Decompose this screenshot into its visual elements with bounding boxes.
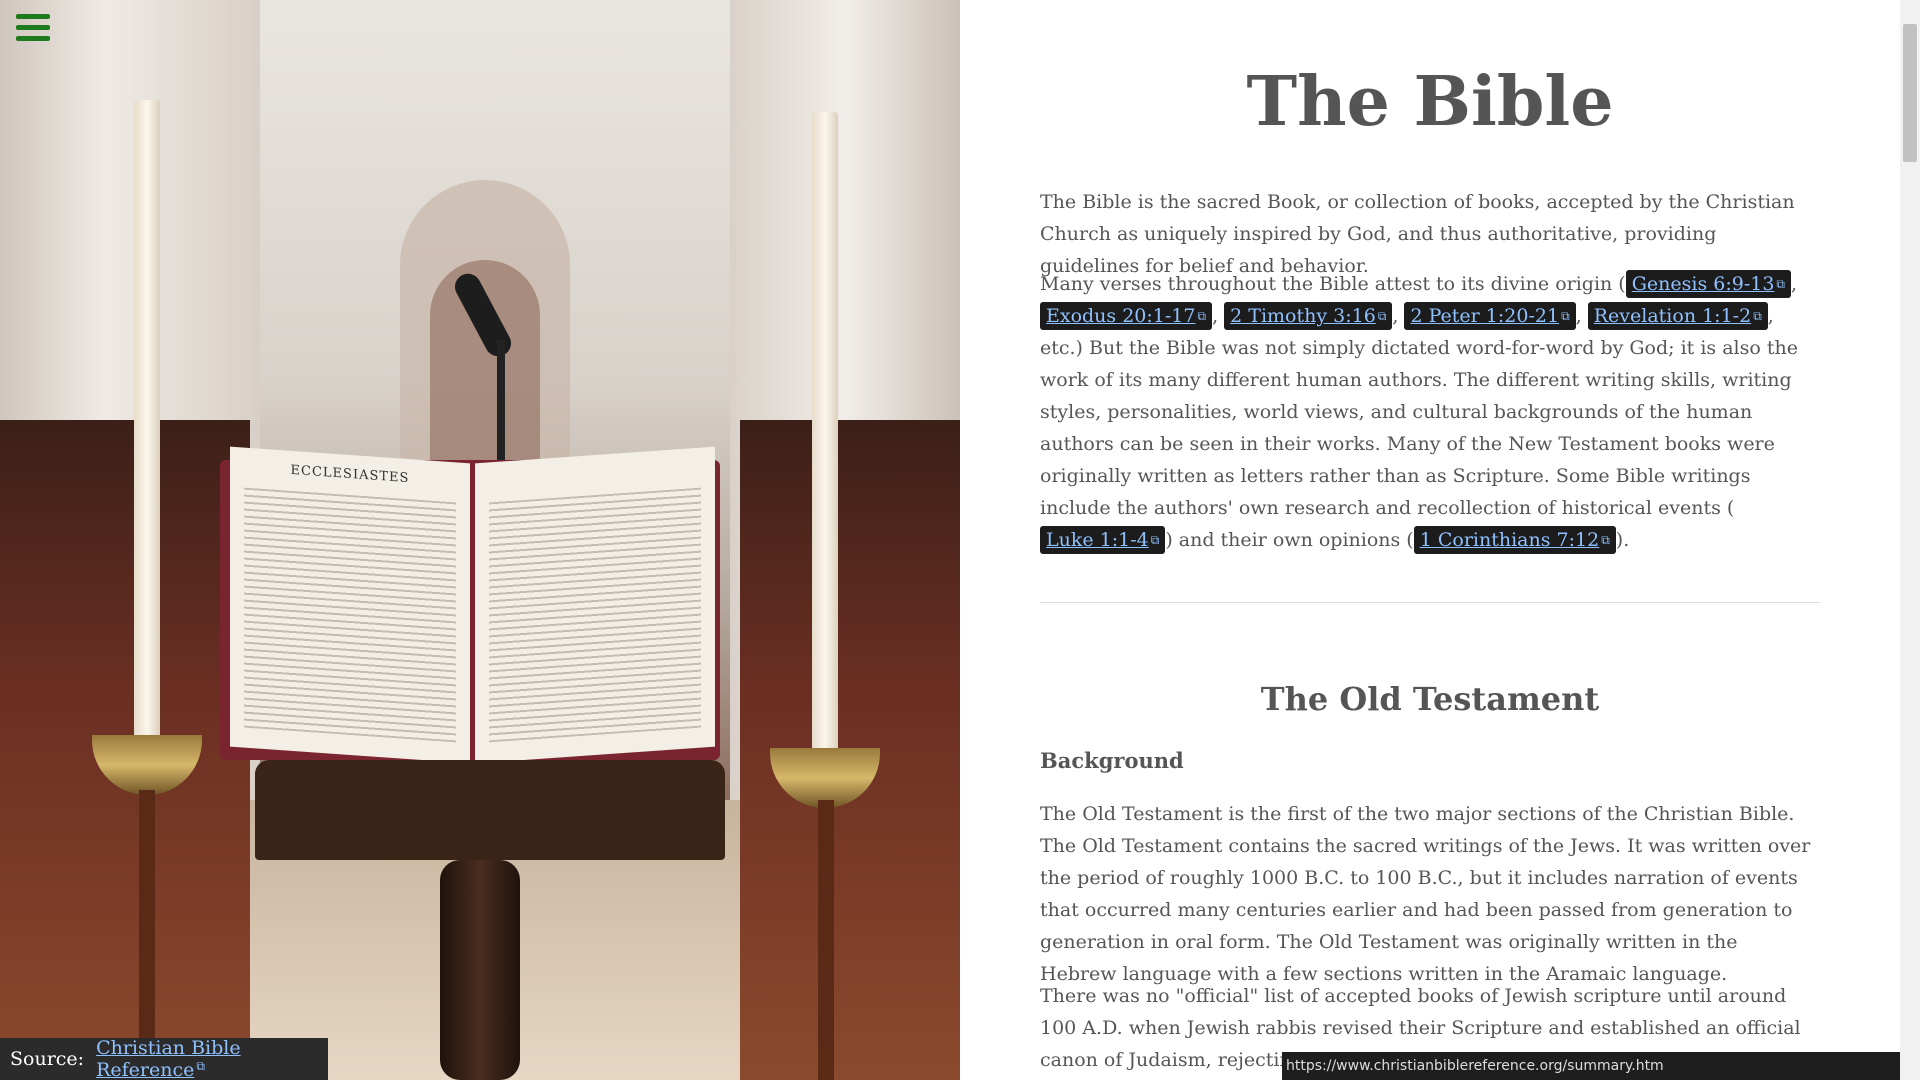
- source-link[interactable]: Christian Bible Reference ⧉: [96, 1037, 328, 1081]
- ref-exodus[interactable]: Exodus 20:1-17 ⧉: [1040, 302, 1213, 330]
- external-link-icon: ⧉: [1601, 533, 1610, 547]
- scrollbar[interactable]: [1900, 0, 1920, 1080]
- candle-left: [134, 100, 160, 740]
- lectern-post: [440, 860, 520, 1080]
- candle-stand-right: [818, 800, 834, 1080]
- external-link-icon: ⧉: [1561, 309, 1570, 323]
- book-page-title: ECCLESIASTES: [290, 462, 410, 487]
- ref-2-peter[interactable]: 2 Peter 1:20-21 ⧉: [1404, 302, 1576, 330]
- ref-1-corinthians[interactable]: 1 Corinthians 7:12 ⧉: [1413, 526, 1616, 554]
- article: The Bible The Bible is the sacred Book, …: [960, 0, 1900, 1080]
- paragraph-text: ).: [1615, 529, 1630, 551]
- ref-2-timothy[interactable]: 2 Timothy 3:16 ⧉: [1224, 302, 1393, 330]
- section-divider: [1040, 602, 1820, 603]
- external-link-icon: ⧉: [1150, 533, 1160, 547]
- menu-bar: [16, 14, 50, 19]
- origin-block: Many verses throughout the Bible attest …: [1040, 268, 1820, 556]
- ref-text: 1 Corinthians 7:12: [1419, 529, 1600, 551]
- ref-text: Revelation 1:1-2: [1593, 305, 1752, 327]
- external-link-icon: ⧉: [1776, 277, 1785, 291]
- ref-text: Genesis 6:9-13: [1631, 273, 1775, 295]
- ref-text: 2 Timothy 3:16: [1230, 305, 1376, 327]
- external-link-icon: ⧉: [1197, 309, 1207, 323]
- origin-paragraph: Many verses throughout the Bible attest …: [1040, 268, 1820, 556]
- external-link-icon: ⧉: [1377, 309, 1387, 323]
- external-link-icon: ⧉: [1753, 309, 1762, 323]
- ot-block-1: The Old Testament is the first of the tw…: [1040, 798, 1820, 990]
- source-link-text: Christian Bible Reference: [96, 1037, 241, 1081]
- ref-revelation[interactable]: Revelation 1:1-2 ⧉: [1587, 302, 1768, 330]
- ref-text: Luke 1:1-4: [1046, 529, 1149, 551]
- ot-paragraph-1: The Old Testament is the first of the tw…: [1040, 803, 1811, 985]
- lectern: [255, 760, 725, 860]
- ref-genesis[interactable]: Genesis 6:9-13 ⧉: [1625, 270, 1791, 298]
- ref-text: Exodus 20:1-17: [1046, 305, 1196, 327]
- page-title: The Bible: [1246, 62, 1614, 142]
- paragraph-text: , etc.) But the Bible was not simply dic…: [1040, 305, 1798, 519]
- candle-right: [812, 112, 838, 752]
- ref-luke[interactable]: Luke 1:1-4 ⧉: [1040, 526, 1166, 554]
- page-text-lines: [244, 487, 456, 743]
- source-label: Source:: [10, 1048, 85, 1070]
- paragraph-text: ) and their own opinions (: [1165, 529, 1414, 551]
- microphone-stand: [497, 340, 505, 470]
- image-source-caption: Source: Christian Bible Reference ⧉: [0, 1037, 328, 1081]
- paragraph-text: Many verses throughout the Bible attest …: [1040, 273, 1626, 295]
- subsection-title: Background: [1040, 748, 1184, 773]
- section-title: The Old Testament: [1260, 680, 1600, 718]
- menu-bar: [16, 25, 50, 30]
- hamburger-icon[interactable]: [16, 14, 50, 42]
- external-link-icon: ⧉: [196, 1059, 205, 1073]
- scrollbar-thumb[interactable]: [1903, 24, 1917, 162]
- page-text-lines: [489, 487, 701, 743]
- book-page-right: [475, 446, 715, 764]
- menu-bar: [16, 36, 50, 41]
- link-status-bar: https://www.christianbiblereference.org/…: [1282, 1052, 1900, 1080]
- hero-image: ECCLESIASTES: [0, 0, 960, 1080]
- ref-text: 2 Peter 1:20-21: [1410, 305, 1560, 327]
- book-page-left: ECCLESIASTES: [230, 446, 470, 764]
